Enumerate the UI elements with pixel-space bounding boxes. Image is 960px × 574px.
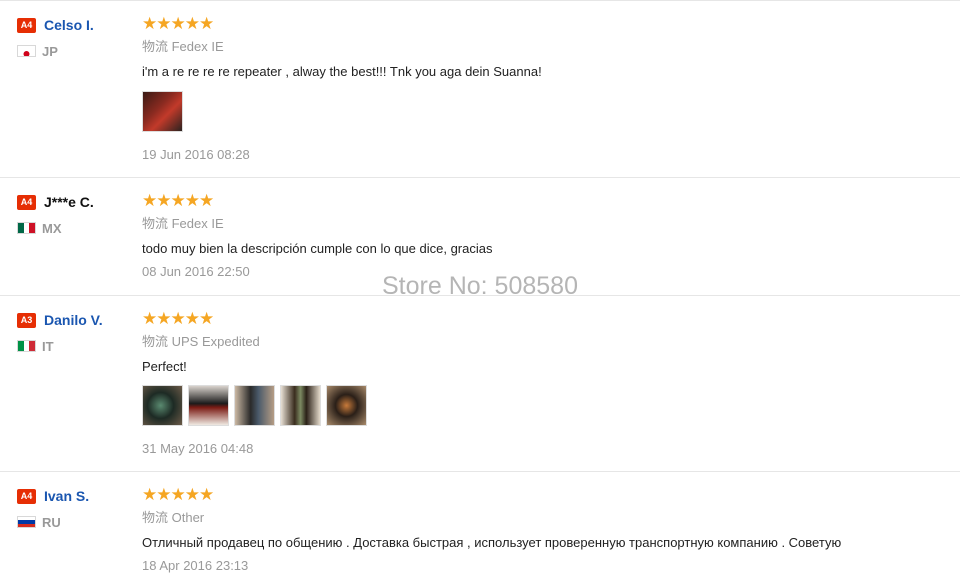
buyer-level-badge: A4 (17, 195, 36, 210)
reviewer-country: MX (42, 221, 62, 236)
review-photo-thumbnail[interactable] (188, 385, 229, 426)
star-rating: ★★★★★ (142, 309, 214, 328)
review-comment: Perfect! (142, 359, 187, 374)
reviewer-name[interactable]: J***e C. (44, 194, 94, 210)
japan-flag-icon (17, 45, 36, 57)
reviewer-name[interactable]: Ivan S. (44, 488, 89, 504)
reviewer-country: JP (42, 44, 58, 59)
star-rating: ★★★★★ (142, 191, 214, 210)
reviewer-country: IT (42, 339, 54, 354)
review-item: A4 Ivan S. RU ★★★★★ 物流 Other Отличный пр… (0, 471, 960, 573)
review-photo-thumbnail[interactable] (142, 385, 183, 426)
review-photo-thumbnail[interactable] (326, 385, 367, 426)
review-photo-thumbnail[interactable] (142, 91, 183, 132)
buyer-level-badge: A3 (17, 313, 36, 328)
review-photo-thumbnail[interactable] (280, 385, 321, 426)
review-date: 08 Jun 2016 22:50 (142, 264, 250, 279)
shipping-method: 物流 Fedex IE (142, 216, 224, 231)
review-comment: Отличный продавец по общению . Доставка … (142, 535, 842, 550)
review-photos (142, 385, 367, 426)
russia-flag-icon (17, 516, 36, 528)
review-photo-thumbnail[interactable] (234, 385, 275, 426)
review-date: 18 Apr 2016 23:13 (142, 558, 249, 573)
reviewer-country: RU (42, 515, 61, 530)
buyer-level-badge: A4 (17, 489, 36, 504)
star-rating: ★★★★★ (142, 14, 214, 33)
review-date: 19 Jun 2016 08:28 (142, 147, 250, 162)
reviewer-name[interactable]: Celso I. (44, 17, 94, 33)
review-item: A3 Danilo V. IT ★★★★★ 物流 UPS Expedited P… (0, 295, 960, 472)
review-item: A4 Celso I. JP ★★★★★ 物流 Fedex IE i'm a r… (0, 0, 960, 178)
shipping-method: 物流 UPS Expedited (142, 334, 260, 349)
review-comment: i'm a re re re re repeater , alway the b… (142, 64, 542, 79)
store-watermark: Store No: 508580 (382, 272, 578, 300)
review-photos (142, 91, 183, 132)
reviewer-name[interactable]: Danilo V. (44, 312, 103, 328)
italy-flag-icon (17, 340, 36, 352)
shipping-method: 物流 Fedex IE (142, 39, 224, 54)
review-comment: todo muy bien la descripción cumple con … (142, 241, 493, 256)
shipping-method: 物流 Other (142, 510, 205, 525)
buyer-level-badge: A4 (17, 18, 36, 33)
mexico-flag-icon (17, 222, 36, 234)
star-rating: ★★★★★ (142, 485, 214, 504)
review-date: 31 May 2016 04:48 (142, 441, 254, 456)
